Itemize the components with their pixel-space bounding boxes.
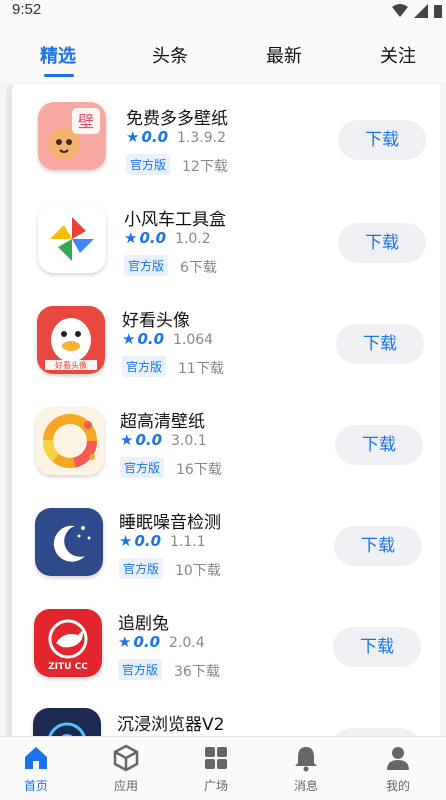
rating: ★ 0.0 bbox=[118, 633, 161, 651]
download-button[interactable] bbox=[332, 728, 420, 736]
download-count: 36下载 bbox=[174, 664, 220, 680]
app-name: 追剧兔 bbox=[118, 614, 169, 634]
app-name: 小风车工具盒 bbox=[124, 210, 226, 230]
nav-label: 应用 bbox=[113, 779, 138, 793]
svg-text:好看头像: 好看头像 bbox=[55, 360, 87, 370]
app-name: 沉浸浏览器V2 bbox=[117, 715, 225, 735]
colorful-ring-icon bbox=[36, 407, 104, 475]
official-badge: 官方版 bbox=[126, 154, 171, 175]
active-tab-indicator bbox=[44, 74, 74, 77]
list-item[interactable]: 超高清壁纸 ★ 0.0 3.0.1 官方版 16下载 下载 bbox=[12, 397, 440, 498]
list-item[interactable]: 沉浸浏览器V2 bbox=[12, 700, 440, 736]
list-item[interactable]: 小风车工具盒 ★ 0.0 1.0.2 官方版 6下载 下载 bbox=[12, 195, 440, 296]
download-count: 10下载 bbox=[175, 563, 221, 579]
nav-profile[interactable]: 我的 bbox=[368, 743, 428, 794]
bell-icon bbox=[295, 747, 317, 772]
duck-avatar-icon: 好看头像 bbox=[37, 306, 105, 374]
user-icon bbox=[387, 747, 409, 770]
version: 2.0.4 bbox=[169, 635, 205, 651]
star-icon: ★ bbox=[118, 633, 132, 651]
app-name: 睡眠噪音检测 bbox=[119, 513, 221, 533]
signal-icon bbox=[414, 4, 428, 18]
rating: ★ 0.0 bbox=[124, 229, 167, 247]
download-button[interactable]: 下载 bbox=[334, 526, 422, 566]
download-count: 16下载 bbox=[176, 462, 222, 478]
nav-home[interactable]: 首页 bbox=[6, 743, 66, 794]
download-button[interactable]: 下载 bbox=[335, 425, 423, 465]
download-button[interactable]: 下载 bbox=[336, 324, 424, 364]
download-button[interactable]: 下载 bbox=[333, 627, 421, 667]
official-badge: 官方版 bbox=[120, 457, 165, 478]
browser-icon bbox=[33, 708, 101, 736]
star-icon: ★ bbox=[120, 431, 134, 449]
status-time: 9:52 bbox=[12, 1, 42, 18]
nav-apps[interactable]: 应用 bbox=[96, 743, 156, 794]
download-button[interactable]: 下载 bbox=[338, 120, 426, 160]
status-bar: 9:52 bbox=[0, 0, 446, 24]
official-badge: 官方版 bbox=[118, 659, 163, 680]
nav-square[interactable]: 广场 bbox=[186, 743, 246, 794]
wifi-icon bbox=[392, 4, 408, 17]
nav-messages[interactable]: 消息 bbox=[276, 743, 336, 794]
download-count: 6下载 bbox=[180, 260, 217, 276]
tab-following[interactable]: 关注 bbox=[380, 42, 416, 68]
rating: ★ 0.0 bbox=[119, 532, 162, 550]
cartoon-animal-wallpaper-icon: 壁 bbox=[38, 102, 106, 170]
rating: ★ 0.0 bbox=[122, 330, 165, 348]
rabbit-icon: ZITU CC bbox=[34, 609, 102, 677]
list-item[interactable]: 好看头像 好看头像 ★ 0.0 1.064 官方版 11下载 下载 bbox=[12, 296, 440, 397]
star-icon: ★ bbox=[119, 532, 133, 550]
nav-label: 消息 bbox=[293, 779, 318, 793]
official-badge: 官方版 bbox=[124, 255, 169, 276]
pinwheel-icon bbox=[38, 205, 106, 273]
battery-icon bbox=[434, 5, 442, 18]
nav-label: 首页 bbox=[23, 779, 48, 793]
star-icon: ★ bbox=[122, 330, 136, 348]
rating: ★ 0.0 bbox=[120, 431, 163, 449]
tab-headlines[interactable]: 头条 bbox=[152, 42, 188, 68]
box-icon bbox=[113, 744, 139, 772]
moon-stars-icon bbox=[35, 508, 103, 576]
app-name: 好看头像 bbox=[122, 311, 190, 331]
bottom-nav: 首页 应用 广场 消息 我的 bbox=[0, 736, 446, 800]
app-list: 壁 免费多多壁纸 ★ 0.0 1.3.9.2 官方版 12下载 下载 小风车工具盒… bbox=[6, 84, 440, 736]
star-icon: ★ bbox=[126, 128, 140, 146]
star-icon: ★ bbox=[124, 229, 138, 247]
grid-icon bbox=[205, 747, 227, 769]
app-name: 免费多多壁纸 bbox=[126, 109, 228, 129]
version: 1.0.2 bbox=[175, 231, 211, 247]
version: 1.3.9.2 bbox=[177, 130, 226, 146]
list-item[interactable]: ZITU CC 追剧兔 ★ 0.0 2.0.4 官方版 36下载 下载 bbox=[12, 599, 440, 700]
list-item[interactable]: 睡眠噪音检测 ★ 0.0 1.1.1 官方版 10下载 下载 bbox=[12, 498, 440, 599]
official-badge: 官方版 bbox=[119, 558, 164, 579]
nav-label: 我的 bbox=[385, 779, 410, 793]
list-item[interactable]: 壁 免费多多壁纸 ★ 0.0 1.3.9.2 官方版 12下载 下载 bbox=[12, 94, 440, 195]
download-count: 11下载 bbox=[178, 361, 224, 377]
app-name: 超高清壁纸 bbox=[120, 412, 205, 432]
download-count: 12下载 bbox=[182, 159, 228, 175]
top-tabs: 精选 头条 最新 关注 bbox=[0, 24, 446, 82]
home-icon bbox=[25, 747, 47, 769]
tab-featured[interactable]: 精选 bbox=[40, 42, 76, 68]
version: 3.0.1 bbox=[171, 433, 207, 449]
svg-text:ZITU CC: ZITU CC bbox=[48, 662, 88, 672]
download-button[interactable]: 下载 bbox=[338, 223, 426, 263]
rating: ★ 0.0 bbox=[126, 128, 169, 146]
tab-latest[interactable]: 最新 bbox=[266, 42, 302, 68]
version: 1.064 bbox=[173, 332, 214, 348]
nav-label: 广场 bbox=[203, 779, 228, 793]
official-badge: 官方版 bbox=[122, 356, 167, 377]
version: 1.1.1 bbox=[170, 534, 206, 550]
svg-text:壁: 壁 bbox=[78, 112, 94, 131]
